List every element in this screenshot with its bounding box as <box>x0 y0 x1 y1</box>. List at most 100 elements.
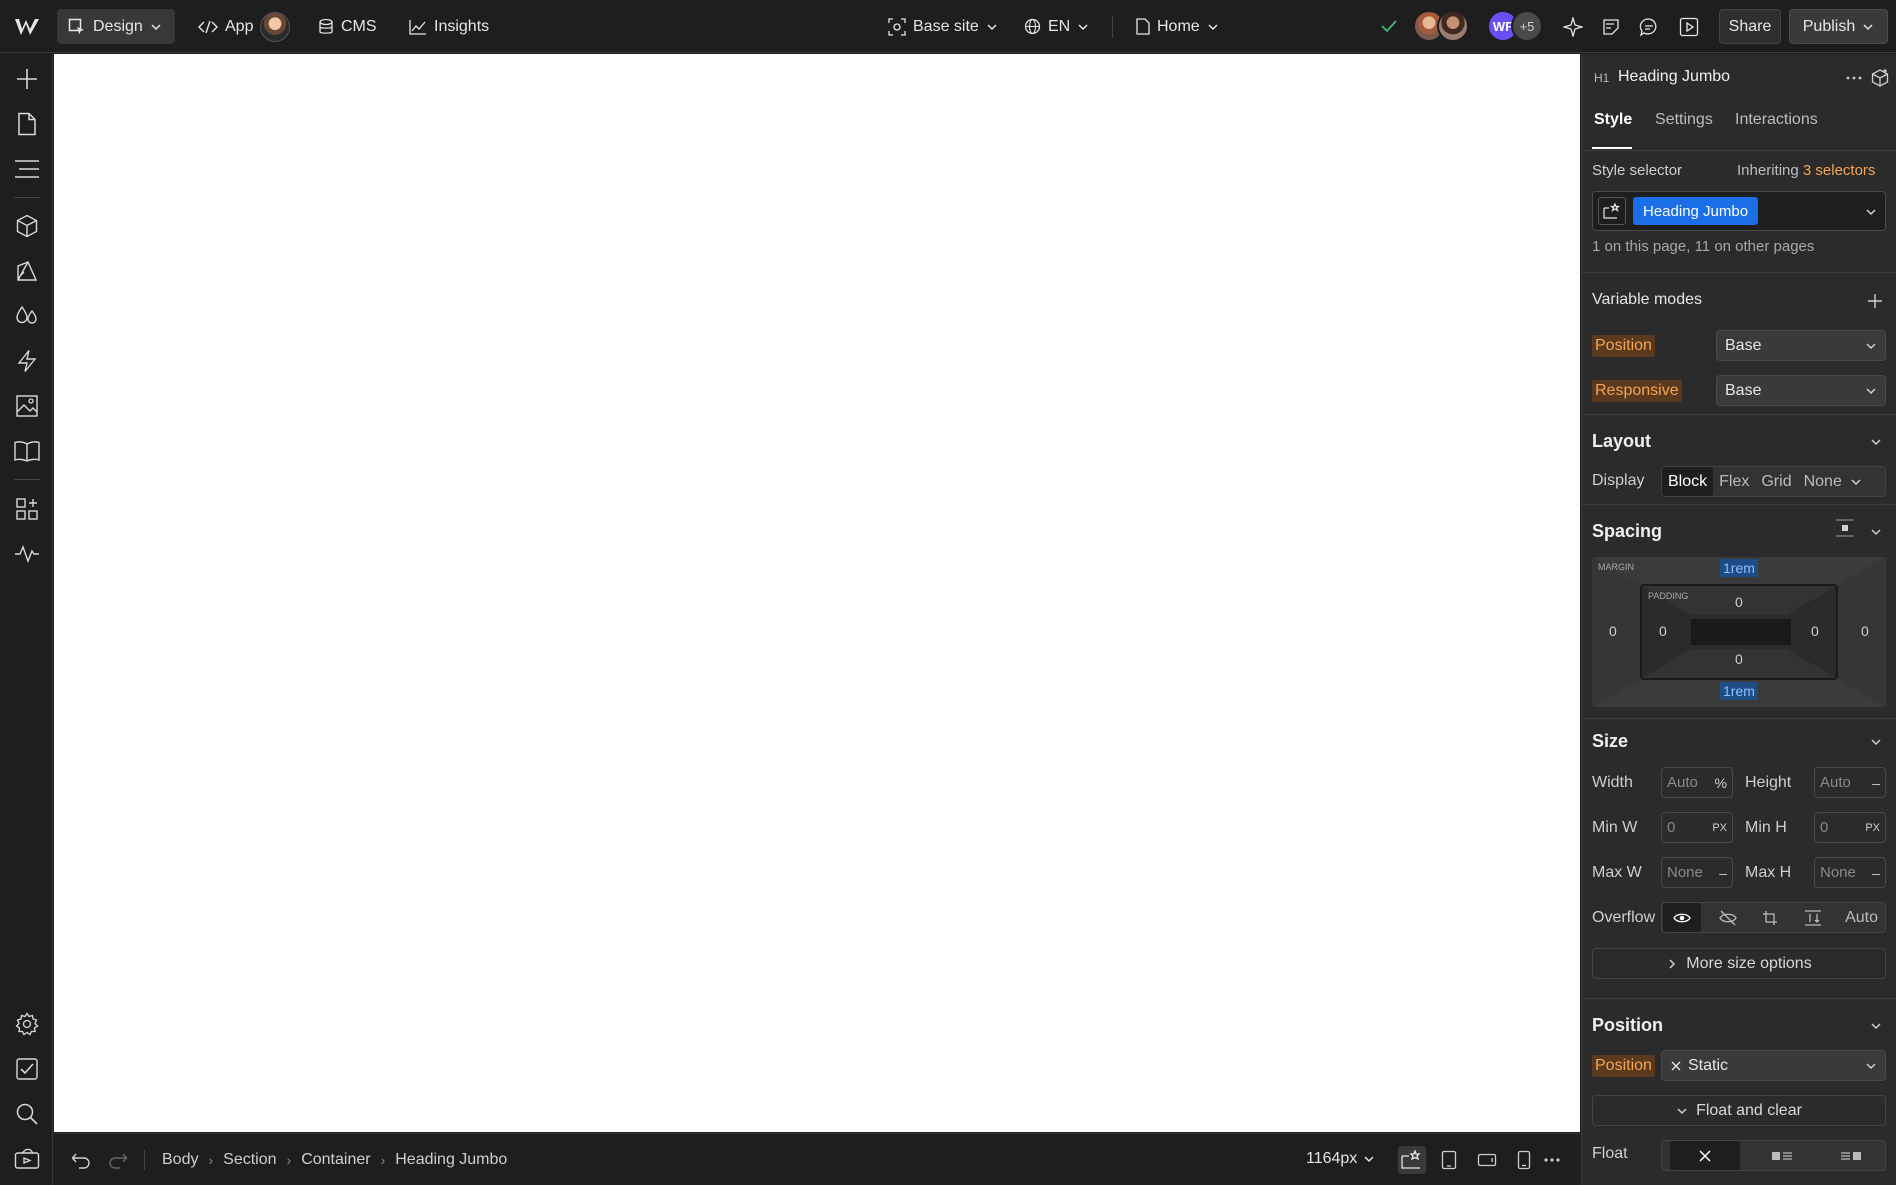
overflow-scroll-icon[interactable] <box>1796 903 1830 932</box>
selector-chip[interactable]: Heading Jumbo <box>1633 197 1759 225</box>
element-more-icon[interactable] <box>1842 66 1866 90</box>
float-and-clear-button[interactable]: Float and clear <box>1592 1095 1886 1126</box>
settings-gear-icon[interactable] <box>12 1009 41 1038</box>
app-button[interactable]: App <box>198 9 291 44</box>
size-section-title[interactable]: Size <box>1592 731 1628 752</box>
create-component-icon[interactable] <box>1868 66 1892 90</box>
tab-interactions[interactable]: Interactions <box>1735 111 1818 129</box>
site-selector[interactable]: Base site <box>888 9 998 44</box>
webflow-logo-icon[interactable] <box>13 14 41 40</box>
overflow-auto-option[interactable]: Auto <box>1839 903 1884 932</box>
breadcrumb-item-body[interactable]: Body <box>162 1151 198 1169</box>
chevron-down-icon[interactable] <box>1870 736 1882 748</box>
apps-icon[interactable] <box>12 494 41 523</box>
margin-right-value[interactable]: 0 <box>1861 623 1869 639</box>
share-button[interactable]: Share <box>1719 9 1781 44</box>
float-none-x-icon[interactable] <box>1669 1141 1740 1170</box>
breadcrumb-item-heading-jumbo[interactable]: Heading Jumbo <box>395 1151 507 1169</box>
position-section-title[interactable]: Position <box>1592 1015 1663 1036</box>
display-option-block[interactable]: Block <box>1662 467 1714 496</box>
spacing-section-title[interactable]: Spacing <box>1592 521 1662 542</box>
activity-icon[interactable] <box>12 539 41 568</box>
margin-top-value[interactable]: 1rem <box>1720 559 1758 577</box>
components-icon[interactable] <box>12 211 41 240</box>
publish-button[interactable]: Publish <box>1789 9 1888 44</box>
navigator-icon[interactable] <box>12 154 41 183</box>
preview-play-icon[interactable] <box>1676 14 1702 40</box>
margin-left-value[interactable]: 0 <box>1609 623 1617 639</box>
max-width-unit[interactable]: – <box>1719 865 1727 881</box>
locale-selector[interactable]: EN <box>1024 9 1089 44</box>
comment-icon[interactable] <box>1636 14 1662 40</box>
breakpoint-desktop-icon[interactable] <box>1398 1146 1426 1174</box>
variable-mode-select-position[interactable]: Base <box>1716 330 1886 361</box>
tab-settings[interactable]: Settings <box>1655 111 1713 129</box>
undo-icon[interactable] <box>68 1147 94 1173</box>
tab-style[interactable]: Style <box>1594 111 1632 129</box>
margin-bottom-value[interactable]: 1rem <box>1720 682 1758 700</box>
padding-top-value[interactable]: 0 <box>1735 594 1743 610</box>
insights-button[interactable]: Insights <box>409 9 489 44</box>
chevron-down-icon[interactable] <box>1865 206 1877 218</box>
chevron-down-icon[interactable] <box>1870 1020 1882 1032</box>
breakpoint-mobile-landscape-icon[interactable] <box>1474 1147 1500 1173</box>
assets-icon[interactable] <box>12 391 41 420</box>
audit-checkbox-icon[interactable] <box>12 1054 41 1083</box>
chevron-down-icon[interactable] <box>1870 436 1882 448</box>
add-variable-mode-icon[interactable] <box>1867 293 1883 309</box>
variable-mode-select-responsive[interactable]: Base <box>1716 375 1886 406</box>
height-input[interactable]: Auto – <box>1814 767 1886 798</box>
collaborator-avatars[interactable]: WF +5 <box>1413 10 1543 42</box>
cms-button[interactable]: CMS <box>318 9 377 44</box>
min-width-input[interactable]: 0 PX <box>1661 812 1733 843</box>
design-mode-button[interactable]: Design <box>57 9 175 44</box>
height-unit[interactable]: – <box>1872 775 1880 791</box>
overflow-clip-crop-icon[interactable] <box>1754 903 1786 932</box>
design-canvas[interactable] <box>54 54 1580 1132</box>
more-options-icon[interactable] <box>1539 1147 1565 1173</box>
more-collaborators-badge[interactable]: +5 <box>1511 10 1543 42</box>
chevron-down-icon[interactable] <box>1850 476 1862 488</box>
padding-bottom-value[interactable]: 0 <box>1735 651 1743 667</box>
interactions-icon[interactable] <box>12 346 41 375</box>
overflow-hidden-eye-off-icon[interactable] <box>1711 903 1745 932</box>
styles-icon[interactable] <box>12 256 41 285</box>
display-option-flex[interactable]: Flex <box>1713 467 1755 496</box>
layout-section-title[interactable]: Layout <box>1592 431 1651 452</box>
collaborator-avatar[interactable] <box>1437 10 1469 42</box>
selector-state-icon[interactable] <box>1598 197 1626 225</box>
clear-position-x-icon[interactable] <box>1670 1060 1682 1072</box>
max-height-input[interactable]: None – <box>1814 857 1886 888</box>
breakpoint-tablet-icon[interactable] <box>1436 1147 1462 1173</box>
canvas-width-selector[interactable]: 1164px <box>1306 1150 1375 1168</box>
overflow-visible-eye-icon[interactable] <box>1663 903 1701 932</box>
display-option-none[interactable]: None <box>1798 467 1848 496</box>
video-tutorials-icon[interactable] <box>12 1144 41 1173</box>
breadcrumb-item-section[interactable]: Section <box>223 1151 276 1169</box>
display-option-grid[interactable]: Grid <box>1755 467 1797 496</box>
more-size-options-button[interactable]: More size options <box>1592 948 1886 979</box>
notes-icon[interactable] <box>1598 14 1624 40</box>
padding-left-value[interactable]: 0 <box>1659 623 1667 639</box>
min-height-unit[interactable]: PX <box>1865 822 1880 834</box>
style-selector-field[interactable]: Heading Jumbo <box>1592 191 1886 231</box>
min-width-unit[interactable]: PX <box>1712 822 1727 834</box>
breakpoint-mobile-portrait-icon[interactable] <box>1511 1147 1537 1173</box>
max-height-unit[interactable]: – <box>1872 865 1880 881</box>
search-icon[interactable] <box>12 1099 41 1128</box>
page-selector[interactable]: Home <box>1136 9 1219 44</box>
width-input[interactable]: Auto % <box>1661 767 1733 798</box>
redo-icon[interactable] <box>105 1147 131 1173</box>
min-height-input[interactable]: 0 PX <box>1814 812 1886 843</box>
add-elements-icon[interactable] <box>12 64 41 93</box>
breadcrumb-item-container[interactable]: Container <box>301 1151 370 1169</box>
chevron-down-icon[interactable] <box>1870 526 1882 538</box>
inheriting-selectors-link[interactable]: 3 selectors <box>1803 162 1876 179</box>
float-left-icon[interactable] <box>1755 1141 1809 1170</box>
width-unit[interactable]: % <box>1715 775 1727 791</box>
float-right-icon[interactable] <box>1824 1141 1878 1170</box>
padding-right-value[interactable]: 0 <box>1811 623 1819 639</box>
max-width-input[interactable]: None – <box>1661 857 1733 888</box>
ai-sparkle-icon[interactable] <box>1560 14 1586 40</box>
variables-icon[interactable] <box>12 301 41 330</box>
